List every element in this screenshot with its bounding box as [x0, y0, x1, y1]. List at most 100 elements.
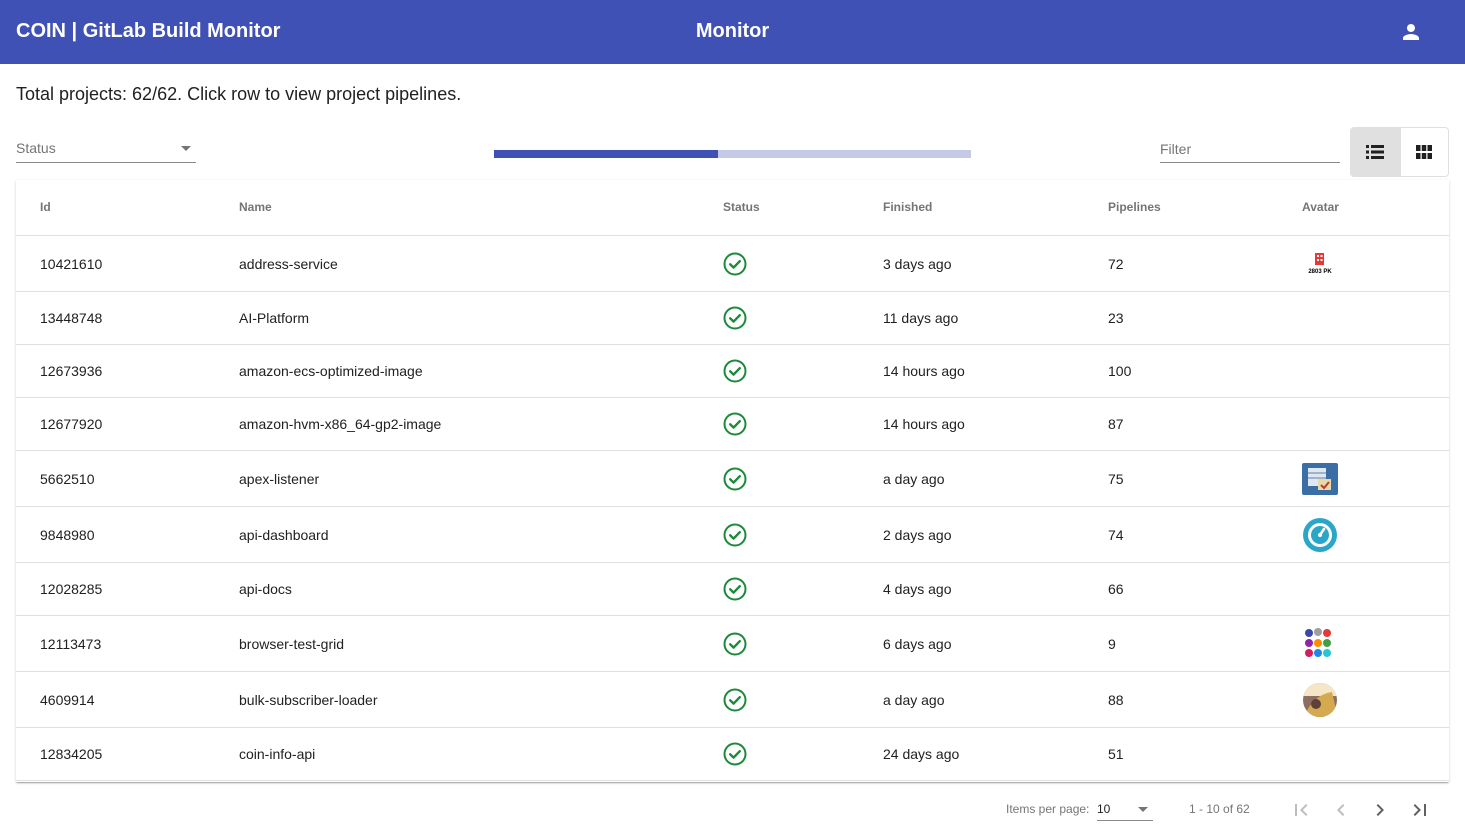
column-header-finished[interactable]: Finished — [883, 200, 932, 214]
cell-finished: 2 days ago — [883, 526, 952, 543]
cell-pipelines: 74 — [1108, 526, 1124, 543]
dropdown-arrow-icon — [1138, 807, 1148, 812]
table-row[interactable]: 10421610 address-service 3 days ago 72 2803 … — [16, 236, 1449, 292]
cell-id: 12028285 — [40, 581, 103, 597]
cell-avatar — [1302, 682, 1338, 718]
top-toolbar: COIN | GitLab Build Monitor Monitor — [0, 0, 1465, 64]
cell-status — [723, 359, 747, 383]
page-size-select[interactable]: 10 — [1097, 797, 1153, 821]
column-header-pipelines[interactable]: Pipelines — [1108, 200, 1161, 214]
building-2803-logo: 2803 PK — [1302, 245, 1338, 282]
success-check-icon — [723, 688, 747, 711]
cell-id: 5662510 — [40, 470, 95, 487]
success-check-icon — [723, 467, 747, 490]
cell-id: 12673936 — [40, 363, 103, 379]
last-page-button[interactable] — [1404, 794, 1436, 826]
status-select[interactable]: Status — [16, 136, 196, 163]
view-toggle-group — [1350, 127, 1449, 177]
cell-finished: 11 days ago — [883, 310, 959, 326]
cell-status — [723, 632, 747, 656]
column-header-name[interactable]: Name — [239, 200, 272, 214]
cell-finished: a day ago — [883, 691, 945, 708]
cell-status — [723, 252, 747, 276]
cell-name: apex-listener — [239, 470, 320, 487]
status-select-placeholder: Status — [16, 140, 56, 156]
success-check-icon — [723, 742, 747, 766]
table-body: 10421610 address-service 3 days ago 72 2803 … — [16, 236, 1449, 781]
cell-name: coin-info-api — [239, 746, 316, 762]
table-row[interactable]: 12677920 amazon-hvm-x86_64-gp2-image 14 ho… — [16, 398, 1449, 451]
cell-finished: a day ago — [883, 470, 945, 487]
loading-progress-bar — [494, 150, 971, 158]
table-row[interactable]: 12028285 api-docs 4 days ago 66 — [16, 563, 1449, 616]
cell-name: amazon-ecs-optimized-image — [239, 363, 423, 379]
table-header: Id Name Status Finished Pipelines Avatar — [16, 180, 1449, 236]
projects-summary: Total projects: 62/62. Click row to view… — [16, 84, 462, 104]
cell-pipelines: 9 — [1108, 635, 1116, 652]
previous-page-button[interactable] — [1325, 794, 1357, 826]
list-view-icon — [1366, 145, 1385, 159]
list-view-button[interactable] — [1351, 128, 1400, 176]
table-row[interactable]: 12113473 browser-test-grid 6 days ago 9 — [16, 616, 1449, 672]
table-row[interactable]: 5662510 apex-listener a day ago 75 — [16, 451, 1449, 507]
dropdown-arrow-icon — [181, 146, 191, 151]
app-title: COIN | GitLab Build Monitor — [16, 20, 281, 42]
table-row[interactable]: 4609914 bulk-subscriber-loader a day ago 88 — [16, 672, 1449, 728]
svg-text:2803 PK: 2803 PK — [1308, 269, 1332, 275]
next-page-icon — [1376, 804, 1384, 816]
cell-pipelines: 72 — [1108, 255, 1124, 272]
cell-avatar — [1302, 625, 1338, 662]
photo-logo — [1303, 682, 1337, 717]
table-row[interactable]: 9848980 api-dashboard 2 days ago 74 — [16, 507, 1449, 563]
cell-status — [723, 742, 747, 766]
cell-id: 12834205 — [40, 746, 103, 762]
cell-id: 4609914 — [40, 691, 95, 708]
cell-finished: 3 days ago — [883, 255, 952, 272]
cell-status — [723, 306, 747, 330]
success-check-icon — [723, 359, 747, 383]
table-row[interactable]: 12834205 coin-info-api 24 days ago 51 — [16, 728, 1449, 781]
projects-table: Id Name Status Finished Pipelines Avatar… — [16, 180, 1449, 782]
cell-id: 10421610 — [40, 255, 103, 272]
table-row[interactable]: 12673936 amazon-ecs-optimized-image 14 hou… — [16, 345, 1449, 398]
paginator: Items per page: 10 1 - 10 of 62 — [0, 782, 1465, 837]
cell-pipelines: 66 — [1108, 581, 1124, 597]
cell-finished: 4 days ago — [883, 581, 952, 597]
first-page-icon — [1295, 804, 1308, 816]
speedometer-logo — [1303, 517, 1337, 552]
cell-pipelines: 75 — [1108, 470, 1124, 487]
cell-avatar — [1302, 461, 1338, 497]
color-dots-logo — [1302, 625, 1338, 662]
progress-fill — [494, 150, 719, 158]
table-row[interactable]: 13448748 AI-Platform 11 days ago 23 — [16, 292, 1449, 345]
cell-finished: 14 hours ago — [883, 363, 965, 379]
success-check-icon — [723, 632, 747, 655]
cell-pipelines: 100 — [1108, 363, 1132, 379]
cell-avatar — [1302, 517, 1338, 553]
grid-view-button[interactable] — [1399, 128, 1449, 176]
cell-finished: 24 days ago — [883, 746, 960, 762]
cell-id: 13448748 — [40, 310, 103, 326]
success-check-icon — [723, 306, 747, 330]
grid-view-icon — [1416, 145, 1433, 159]
cell-status — [723, 688, 747, 712]
cell-status — [723, 577, 747, 601]
cell-name: address-service — [239, 255, 338, 272]
cell-status — [723, 412, 747, 436]
success-check-icon — [723, 577, 747, 601]
success-check-icon — [723, 412, 747, 436]
cell-finished: 6 days ago — [883, 635, 952, 652]
column-header-status[interactable]: Status — [723, 200, 760, 214]
next-page-button[interactable] — [1364, 794, 1396, 826]
database-check-logo — [1302, 462, 1338, 495]
account-button[interactable] — [1391, 12, 1431, 52]
filter-input[interactable] — [1160, 138, 1340, 160]
items-per-page-label: Items per page: — [1006, 802, 1090, 816]
previous-page-icon — [1337, 804, 1345, 816]
cell-name: amazon-hvm-x86_64-gp2-image — [239, 416, 442, 432]
first-page-button[interactable] — [1285, 794, 1317, 826]
column-header-id[interactable]: Id — [40, 200, 51, 214]
cell-pipelines: 23 — [1108, 310, 1124, 326]
filter-field[interactable] — [1160, 136, 1340, 163]
account-icon — [1403, 24, 1419, 40]
